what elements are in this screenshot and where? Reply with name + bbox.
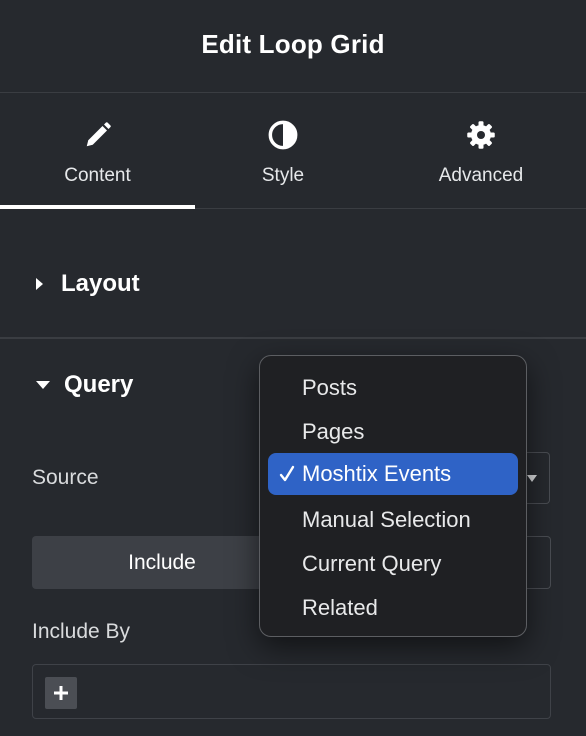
dropdown-item-label: Related [302, 595, 378, 620]
panel-title: Edit Loop Grid [201, 28, 385, 59]
tab-style[interactable]: Style [195, 93, 371, 208]
include-by-field[interactable] [32, 664, 551, 719]
tab-advanced[interactable]: Advanced [376, 93, 586, 208]
dropdown-item-moshtix-events[interactable]: Moshtix Events [268, 453, 518, 495]
caret-right-icon [36, 278, 43, 290]
dropdown-item-pages[interactable]: Pages [268, 411, 518, 453]
layout-section: Layout [0, 209, 586, 339]
dropdown-item-posts[interactable]: Posts [268, 367, 518, 409]
layout-section-toggle[interactable]: Layout [36, 270, 140, 298]
add-include-by-button[interactable] [45, 677, 77, 709]
tab-content-label: Content [64, 165, 131, 186]
include-tab[interactable]: Include [32, 536, 292, 589]
dropdown-item-label: Current Query [302, 551, 442, 576]
plus-icon [54, 686, 68, 700]
pencil-icon [82, 119, 114, 151]
tab-content[interactable]: Content [0, 93, 195, 209]
dropdown-item-manual-selection[interactable]: Manual Selection [268, 499, 518, 541]
checkmark-icon [279, 465, 295, 482]
source-label: Source [32, 466, 99, 489]
include-tab-label: Include [128, 550, 196, 574]
layout-section-title: Layout [61, 270, 140, 297]
half-circle-contrast-icon [267, 119, 299, 151]
chevron-down-icon [527, 475, 537, 482]
tab-style-label: Style [261, 165, 305, 186]
tab-bar: Content Style Advanced [0, 93, 586, 209]
gear-icon [465, 119, 497, 151]
dropdown-item-label: Manual Selection [302, 507, 471, 532]
include-by-label: Include By [32, 620, 131, 643]
dropdown-item-label: Pages [302, 419, 365, 444]
tab-advanced-label: Advanced [438, 165, 524, 186]
source-dropdown-menu: Posts Pages Moshtix Events Manual Select… [259, 355, 527, 637]
dropdown-item-label: Posts [302, 375, 358, 400]
caret-down-icon [36, 381, 50, 389]
query-section-toggle[interactable]: Query [36, 371, 133, 399]
dropdown-item-current-query[interactable]: Current Query [268, 543, 518, 585]
panel-header: Edit Loop Grid [0, 0, 586, 93]
dropdown-item-label: Moshtix Events [302, 461, 452, 486]
dropdown-item-related[interactable]: Related [268, 587, 518, 629]
query-section-title: Query [64, 371, 134, 398]
